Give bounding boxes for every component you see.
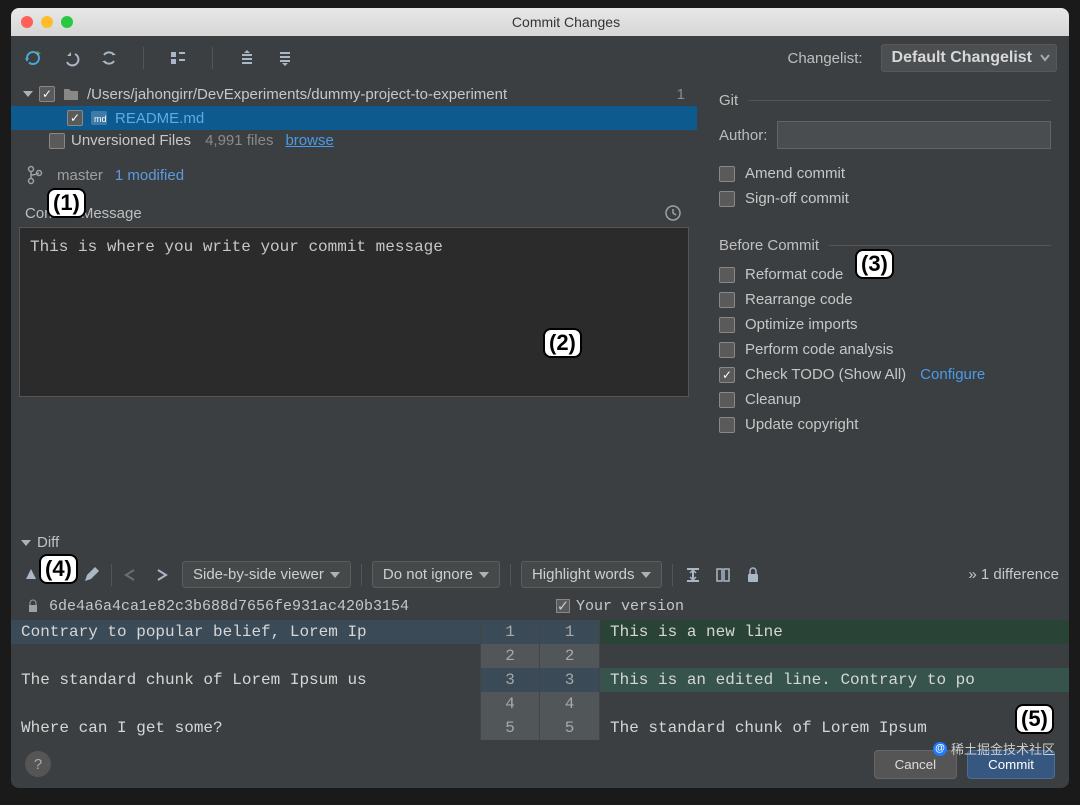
annotation-1: (1) xyxy=(47,188,86,218)
lock-icon xyxy=(23,596,43,616)
diff-hash: 6de4a6a4ca1e82c3b688d7656fe931ac420b3154 xyxy=(49,598,409,615)
diff-count: » 1 difference xyxy=(968,566,1059,583)
sign-off-commit-row[interactable]: Sign-off commit xyxy=(719,190,1051,207)
tree-root-count: 1 xyxy=(677,86,685,103)
tree-file-row[interactable]: md README.md xyxy=(11,106,697,130)
footer: ? Cancel Commit xyxy=(11,740,1069,788)
lock-icon[interactable] xyxy=(743,565,763,585)
sign-off-label: Sign-off commit xyxy=(745,190,849,207)
amend-commit-label: Amend commit xyxy=(745,165,845,182)
diff-line xyxy=(600,692,1069,716)
titlebar[interactable]: Commit Changes xyxy=(11,8,1069,36)
sync-icon[interactable] xyxy=(99,48,119,68)
group-by-icon[interactable] xyxy=(168,48,188,68)
git-section-title: Git xyxy=(719,92,738,109)
help-button[interactable]: ? xyxy=(25,751,51,777)
window-title: Commit Changes xyxy=(73,14,1059,30)
chevron-down-icon xyxy=(1040,53,1050,63)
changelist-label: Changelist: xyxy=(787,50,862,67)
update-copyright-row[interactable]: Update copyright xyxy=(719,416,1051,433)
annotation-3: (3) xyxy=(855,249,894,279)
chevron-down-icon xyxy=(23,91,33,97)
arrow-right-icon[interactable] xyxy=(152,565,172,585)
checkbox[interactable] xyxy=(39,86,55,102)
edit-icon[interactable] xyxy=(81,565,101,585)
expand-all-icon[interactable] xyxy=(237,48,257,68)
rearrange-code-row[interactable]: Rearrange code xyxy=(719,291,1051,308)
minimize-window-button[interactable] xyxy=(41,16,53,28)
ignore-dropdown[interactable]: Do not ignore xyxy=(372,561,500,588)
author-label: Author: xyxy=(719,127,767,144)
close-window-button[interactable] xyxy=(21,16,33,28)
collapse-unchanged-icon[interactable] xyxy=(683,565,703,585)
history-icon[interactable] xyxy=(663,203,683,223)
diff-right-pane: This is a new line This is an edited lin… xyxy=(600,620,1069,740)
diff-line: Contrary to popular belief, Lorem Ip xyxy=(11,620,480,644)
refresh-plus-icon[interactable]: + xyxy=(23,48,43,68)
changes-tree: /Users/jahongirr/DevExperiments/dummy-pr… xyxy=(11,80,697,153)
checkbox[interactable]: ✓ xyxy=(556,599,570,613)
diff-title: Diff xyxy=(37,534,59,551)
chevron-down-icon xyxy=(21,540,31,546)
branch-icon xyxy=(25,165,45,185)
collapse-all-icon[interactable] xyxy=(275,48,295,68)
diff-line xyxy=(11,692,480,716)
svg-text:md: md xyxy=(94,114,107,124)
diff-line xyxy=(11,644,480,668)
tree-unversioned-row[interactable]: Unversioned Files 4,991 files browse xyxy=(23,130,685,151)
arrow-left-icon[interactable] xyxy=(122,565,142,585)
branch-status[interactable]: 1 modified xyxy=(115,167,184,184)
optimize-imports-row[interactable]: Optimize imports xyxy=(719,316,1051,333)
tree-root-path: /Users/jahongirr/DevExperiments/dummy-pr… xyxy=(87,86,507,103)
undo-icon[interactable] xyxy=(61,48,81,68)
sync-scroll-icon[interactable] xyxy=(713,565,733,585)
configure-link[interactable]: Configure xyxy=(920,366,985,383)
diff-line xyxy=(600,644,1069,668)
diff-toolbar: Side-by-side viewer Do not ignore Highli… xyxy=(11,557,1069,592)
your-version-label: Your version xyxy=(576,598,684,615)
diff-line: This is an edited line. Contrary to po xyxy=(600,668,1069,692)
checkbox[interactable] xyxy=(49,133,65,149)
diff-section-header[interactable]: Diff xyxy=(11,528,1069,557)
diff-viewer[interactable]: Contrary to popular belief, Lorem Ip The… xyxy=(11,620,1069,740)
changelist-value: Default Changelist xyxy=(892,49,1032,66)
author-input[interactable] xyxy=(777,121,1051,149)
diff-line: Where can I get some? xyxy=(11,716,480,740)
folder-icon xyxy=(61,84,81,104)
branch-bar: master 1 modified xyxy=(11,153,697,197)
changelist-dropdown[interactable]: Default Changelist xyxy=(881,44,1057,72)
watermark: @稀土掘金技术社区 xyxy=(933,739,1055,758)
unversioned-count: 4,991 files xyxy=(205,132,273,149)
commit-message-textarea[interactable] xyxy=(19,227,689,397)
svg-text:+: + xyxy=(35,49,41,60)
amend-commit-row[interactable]: Amend commit xyxy=(719,165,1051,182)
check-todo-row[interactable]: Check TODO (Show All) Configure xyxy=(719,366,1051,383)
diff-left-pane: Contrary to popular belief, Lorem Ip The… xyxy=(11,620,480,740)
cleanup-row[interactable]: Cleanup xyxy=(719,391,1051,408)
markdown-file-icon: md xyxy=(89,108,109,128)
toolbar: + Changelist: Default Changelist xyxy=(11,36,1069,80)
diff-line: The standard chunk of Lorem Ipsum xyxy=(600,716,1069,740)
highlight-dropdown[interactable]: Highlight words xyxy=(521,561,662,588)
tree-root-row[interactable]: /Users/jahongirr/DevExperiments/dummy-pr… xyxy=(23,82,685,106)
annotation-5: (5) xyxy=(1015,704,1054,734)
viewer-mode-dropdown[interactable]: Side-by-side viewer xyxy=(182,561,351,588)
browse-link[interactable]: browse xyxy=(285,132,333,149)
annotation-4: (4) xyxy=(39,554,78,584)
before-commit-title: Before Commit xyxy=(719,237,819,254)
tree-file-label: README.md xyxy=(115,110,204,127)
maximize-window-button[interactable] xyxy=(61,16,73,28)
diff-right-gutter: 1 2 3 4 5 xyxy=(540,620,600,740)
diff-left-gutter: 1 2 3 4 5 xyxy=(480,620,540,740)
code-analysis-row[interactable]: Perform code analysis xyxy=(719,341,1051,358)
checkbox[interactable] xyxy=(67,110,83,126)
diff-line: The standard chunk of Lorem Ipsum us xyxy=(11,668,480,692)
annotation-2: (2) xyxy=(543,328,582,358)
unversioned-label: Unversioned Files xyxy=(71,132,191,149)
diff-line: This is a new line xyxy=(600,620,1069,644)
prev-diff-icon[interactable] xyxy=(21,565,41,585)
branch-name: master xyxy=(57,167,103,184)
